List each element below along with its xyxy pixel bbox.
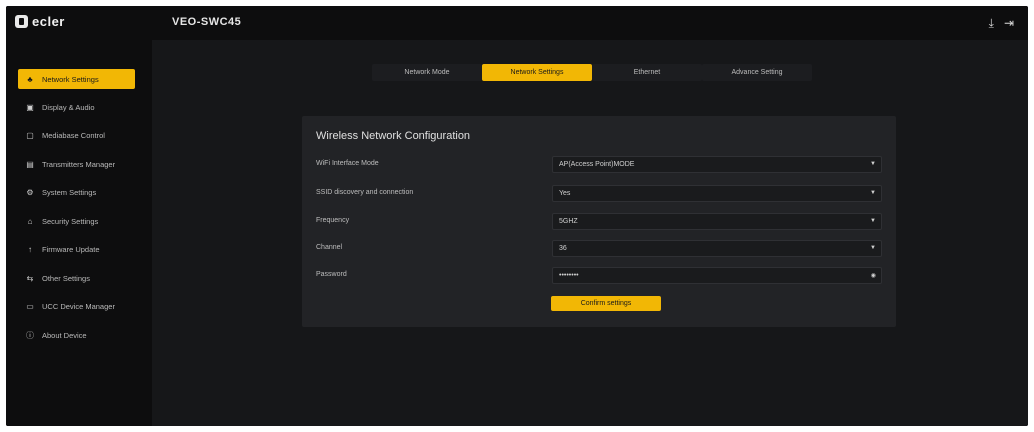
network-icon: ♣ xyxy=(27,74,33,84)
chevron-down-icon: ▼ xyxy=(870,218,876,224)
sidebar-item-security-settings[interactable]: ⌂ Security Settings xyxy=(18,211,135,231)
tab-bar: Network Mode Network Settings Ethernet A… xyxy=(372,64,812,81)
chevron-down-icon: ▼ xyxy=(870,161,876,167)
channel-label: Channel xyxy=(316,244,343,251)
channel-select[interactable]: 36 ▼ xyxy=(552,240,882,257)
sidebar-item-other-settings[interactable]: ⇆ Other Settings xyxy=(18,268,135,288)
sidebar-item-label: About Device xyxy=(42,330,87,340)
sliders-icon: ⇆ xyxy=(26,273,34,283)
sidebar-item-mediabase-control[interactable]: ▢ Mediabase Control xyxy=(18,125,135,145)
sidebar-item-firmware-update[interactable]: ↑ Firmware Update xyxy=(18,239,135,259)
logo-mark-icon xyxy=(15,15,28,28)
password-input[interactable]: •••••••• ◉ xyxy=(552,267,882,284)
logo-text: ecler xyxy=(32,14,65,29)
display-icon: ▣ xyxy=(26,102,34,112)
frequency-select[interactable]: 5GHZ ▼ xyxy=(552,213,882,230)
panel-title: Wireless Network Configuration xyxy=(316,130,471,142)
ssid-discovery-value: Yes xyxy=(559,190,571,197)
eye-icon[interactable]: ◉ xyxy=(871,272,876,279)
password-label: Password xyxy=(316,271,347,278)
download-icon[interactable]: ⤓ xyxy=(989,16,994,31)
sidebar-item-ucc-device-manager[interactable]: ▭ UCC Device Manager xyxy=(18,296,135,316)
gear-icon: ⚙ xyxy=(26,187,34,197)
channel-value: 36 xyxy=(559,245,567,252)
frequency-label: Frequency xyxy=(316,217,350,224)
ssid-discovery-select[interactable]: Yes ▼ xyxy=(552,185,882,202)
sidebar-item-label: Network Settings xyxy=(42,74,99,84)
sidebar-item-label: Security Settings xyxy=(42,216,99,226)
sidebar-item-label: Mediabase Control xyxy=(42,130,105,140)
sidebar-item-transmitters-manager[interactable]: ▤ Transmitters Manager xyxy=(18,154,135,174)
frequency-value: 5GHZ xyxy=(559,218,578,225)
info-icon: ⓘ xyxy=(26,330,34,340)
ssid-discovery-label: SSID discovery and connection xyxy=(316,189,414,196)
chevron-down-icon: ▼ xyxy=(870,190,876,196)
tab-network-mode[interactable]: Network Mode xyxy=(372,64,482,81)
confirm-settings-button[interactable]: Confirm settings xyxy=(551,296,661,311)
ecler-logo: ecler xyxy=(15,14,65,29)
transmitter-icon: ▤ xyxy=(26,159,34,169)
sidebar-item-system-settings[interactable]: ⚙ System Settings xyxy=(18,182,135,202)
lock-icon: ⌂ xyxy=(27,216,33,226)
sidebar-item-label: Transmitters Manager xyxy=(42,159,116,169)
sidebar-item-label: System Settings xyxy=(42,187,97,197)
wireless-config-panel: Wireless Network Configuration WiFi Inte… xyxy=(302,116,896,327)
main-content: Network Mode Network Settings Ethernet A… xyxy=(152,40,1028,426)
monitor-icon: ▢ xyxy=(26,130,34,140)
sidebar-item-label: Other Settings xyxy=(42,273,90,283)
password-value: •••••••• xyxy=(559,272,579,279)
sidebar-item-network-settings[interactable]: ♣ Network Settings xyxy=(18,69,135,89)
device-name: VEO-SWC45 xyxy=(172,16,242,28)
sidebar-item-label: Display & Audio xyxy=(42,102,95,112)
wifi-mode-value: AP(Access Point)MODE xyxy=(559,161,635,168)
tab-ethernet[interactable]: Ethernet xyxy=(592,64,702,81)
sidebar: ♣ Network Settings ▣ Display & Audio ▢ M… xyxy=(6,40,152,426)
tab-advance-setting[interactable]: Advance Setting xyxy=(702,64,812,81)
chevron-down-icon: ▼ xyxy=(870,245,876,251)
tab-network-settings[interactable]: Network Settings xyxy=(482,64,592,81)
wifi-mode-select[interactable]: AP(Access Point)MODE ▼ xyxy=(552,156,882,173)
top-bar: ecler VEO-SWC45 ⤓ ⇥ xyxy=(6,6,1028,40)
logout-icon[interactable]: ⇥ xyxy=(1004,16,1014,31)
app-window: ecler VEO-SWC45 ⤓ ⇥ ♣ Network Settings ▣… xyxy=(6,6,1028,426)
upload-icon: ↑ xyxy=(28,244,32,254)
sidebar-item-label: Firmware Update xyxy=(42,244,100,254)
device-icon: ▭ xyxy=(26,301,34,311)
sidebar-item-display-audio[interactable]: ▣ Display & Audio xyxy=(18,97,135,117)
sidebar-item-about-device[interactable]: ⓘ About Device xyxy=(18,325,135,345)
wifi-mode-label: WiFi Interface Mode xyxy=(316,160,379,167)
sidebar-item-label: UCC Device Manager xyxy=(42,301,115,311)
